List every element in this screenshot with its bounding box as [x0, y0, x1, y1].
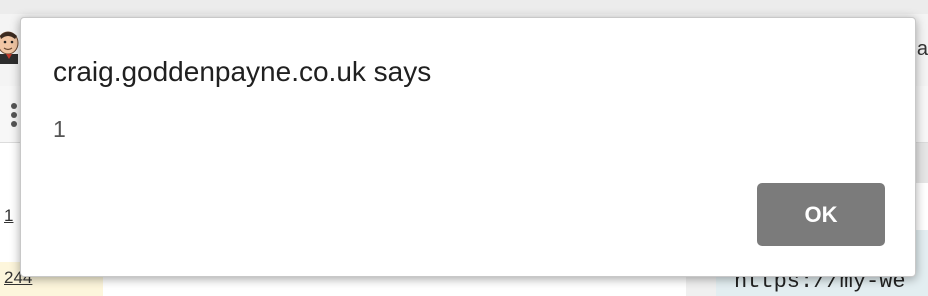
- browser-top-bar: [0, 0, 928, 15]
- row-number-link[interactable]: 1: [4, 206, 13, 226]
- page-content-strip: [916, 143, 928, 183]
- jenkins-butler-icon[interactable]: [0, 30, 22, 64]
- ok-button[interactable]: OK: [757, 183, 885, 246]
- dialog-message: 1: [53, 116, 66, 142]
- header-text-partial: a: [916, 38, 928, 60]
- alert-dialog: craig.goddenpayne.co.uk says 1 OK: [20, 17, 916, 277]
- kebab-menu-icon[interactable]: [10, 103, 18, 131]
- dialog-title: craig.goddenpayne.co.uk says: [53, 56, 432, 87]
